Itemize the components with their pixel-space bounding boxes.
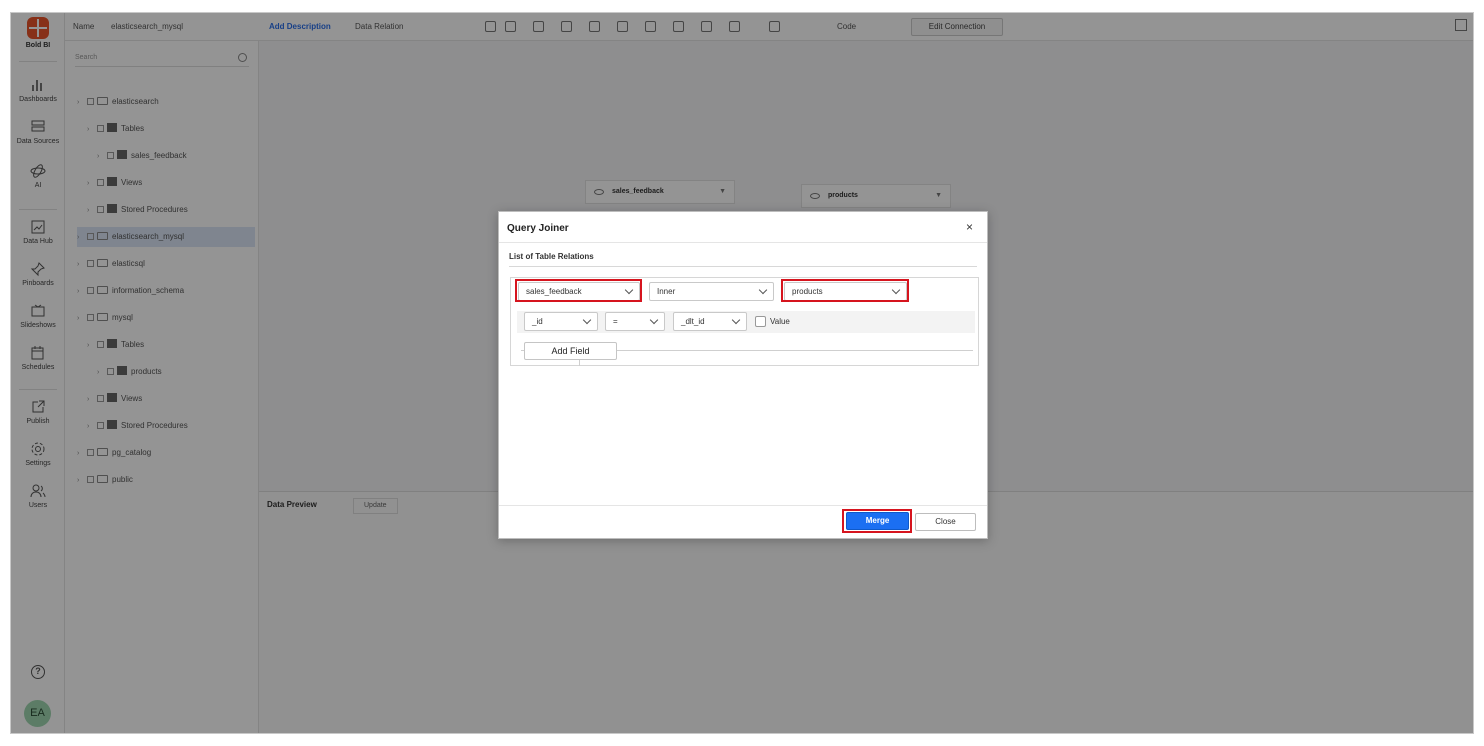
- highlight-box: [515, 279, 642, 302]
- dialog-title: Query Joiner: [507, 223, 569, 234]
- value-label: Value: [770, 317, 790, 326]
- dialog-divider: [499, 242, 987, 243]
- chevron-down-icon: [649, 315, 659, 325]
- chevron-down-icon: [731, 315, 741, 325]
- relations-subtitle: List of Table Relations: [509, 252, 594, 261]
- subtitle-divider: [509, 266, 977, 267]
- query-joiner-dialog: Query Joiner × List of Table Relations s…: [498, 211, 988, 539]
- join-type-select[interactable]: Inner: [649, 282, 774, 301]
- value-checkbox[interactable]: [755, 316, 766, 327]
- select-value: Inner: [657, 287, 676, 296]
- connector-line: [579, 360, 580, 366]
- highlight-box: [781, 279, 909, 302]
- select-value: _dlt_id: [681, 317, 705, 326]
- right-field-select[interactable]: _dlt_id: [673, 312, 747, 331]
- operator-select[interactable]: =: [605, 312, 665, 331]
- merge-button[interactable]: Merge: [846, 512, 909, 530]
- close-button[interactable]: Close: [915, 513, 976, 531]
- footer-divider: [499, 505, 987, 506]
- select-value: _id: [532, 317, 543, 326]
- chevron-down-icon: [758, 285, 768, 295]
- close-icon[interactable]: ×: [966, 220, 973, 234]
- select-value: =: [613, 317, 618, 326]
- left-field-select[interactable]: _id: [524, 312, 598, 331]
- add-field-button[interactable]: Add Field: [524, 342, 617, 360]
- chevron-down-icon: [582, 315, 592, 325]
